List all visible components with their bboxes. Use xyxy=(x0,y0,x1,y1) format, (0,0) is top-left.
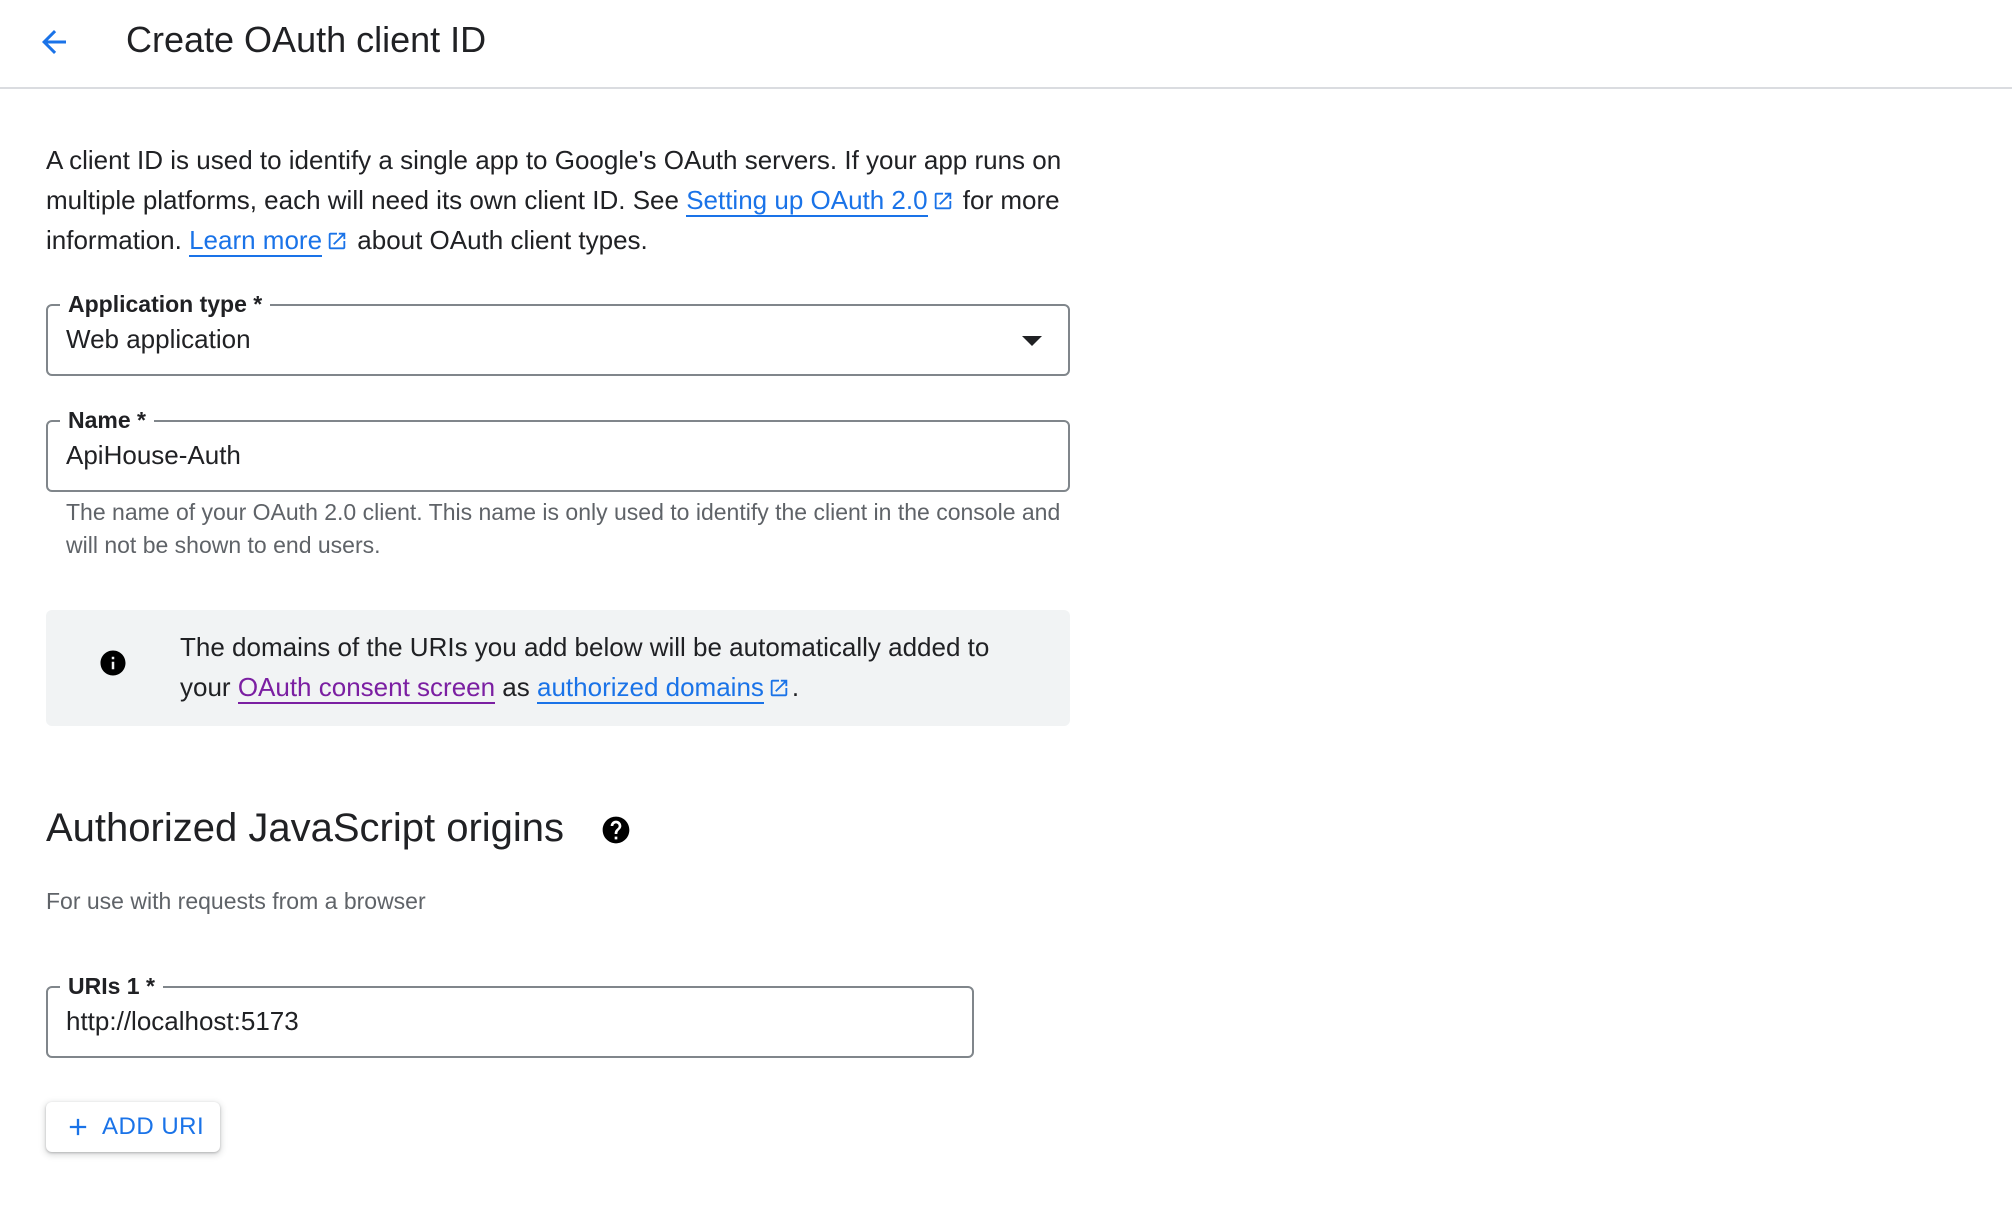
authorized-domains-link[interactable]: authorized domains xyxy=(537,672,764,704)
add-uri-button[interactable]: ADD URI xyxy=(46,1102,220,1152)
page-title: Create OAuth client ID xyxy=(126,19,487,60)
open-in-new-icon xyxy=(934,192,951,210)
dropdown-arrow-icon xyxy=(1022,336,1042,346)
uri-value: http://localhost:5173 xyxy=(66,1006,299,1036)
page-header: Create OAuth client ID xyxy=(0,0,2012,89)
intro-text-3: about OAuth client types. xyxy=(350,225,648,255)
name-hint: The name of your OAuth 2.0 client. This … xyxy=(66,499,1061,558)
info-text-2: as xyxy=(495,672,537,702)
application-type-select[interactable]: Application type * Web application xyxy=(46,289,1070,376)
application-type-value: Web application xyxy=(66,324,251,354)
oauth-consent-screen-link[interactable]: OAuth consent screen xyxy=(237,672,496,704)
info-icon xyxy=(100,650,126,676)
name-label: Name * xyxy=(60,405,154,435)
uri-input[interactable]: URIs 1 * http://localhost:5173 xyxy=(46,971,974,1058)
info-banner: The domains of the URIs you add below wi… xyxy=(46,610,1070,726)
js-origins-description: For use with requests from a browser xyxy=(46,888,426,914)
info-text-3: . xyxy=(791,672,800,702)
name-input[interactable]: Name * ApiHouse-Auth xyxy=(46,405,1070,492)
application-type-label: Application type * xyxy=(60,289,271,319)
open-in-new-icon xyxy=(770,679,788,697)
intro-paragraph: A client ID is used to identify a single… xyxy=(46,140,1086,260)
learn-more-link[interactable]: Learn more xyxy=(189,225,323,257)
setting-up-oauth-link[interactable]: Setting up OAuth 2.0 xyxy=(686,185,928,217)
uri-label: URIs 1 * xyxy=(60,971,163,1001)
open-in-new-icon xyxy=(328,232,346,250)
info-text: The domains of the URIs you add below wi… xyxy=(180,627,1040,707)
add-uri-label: ADD URI xyxy=(102,1113,205,1140)
name-value: ApiHouse-Auth xyxy=(66,440,241,470)
arrow-left-icon xyxy=(42,30,66,54)
back-button[interactable] xyxy=(30,18,78,66)
plus-icon xyxy=(69,1118,87,1136)
help-icon[interactable] xyxy=(600,814,632,846)
js-origins-title: Authorized JavaScript origins xyxy=(46,806,565,850)
